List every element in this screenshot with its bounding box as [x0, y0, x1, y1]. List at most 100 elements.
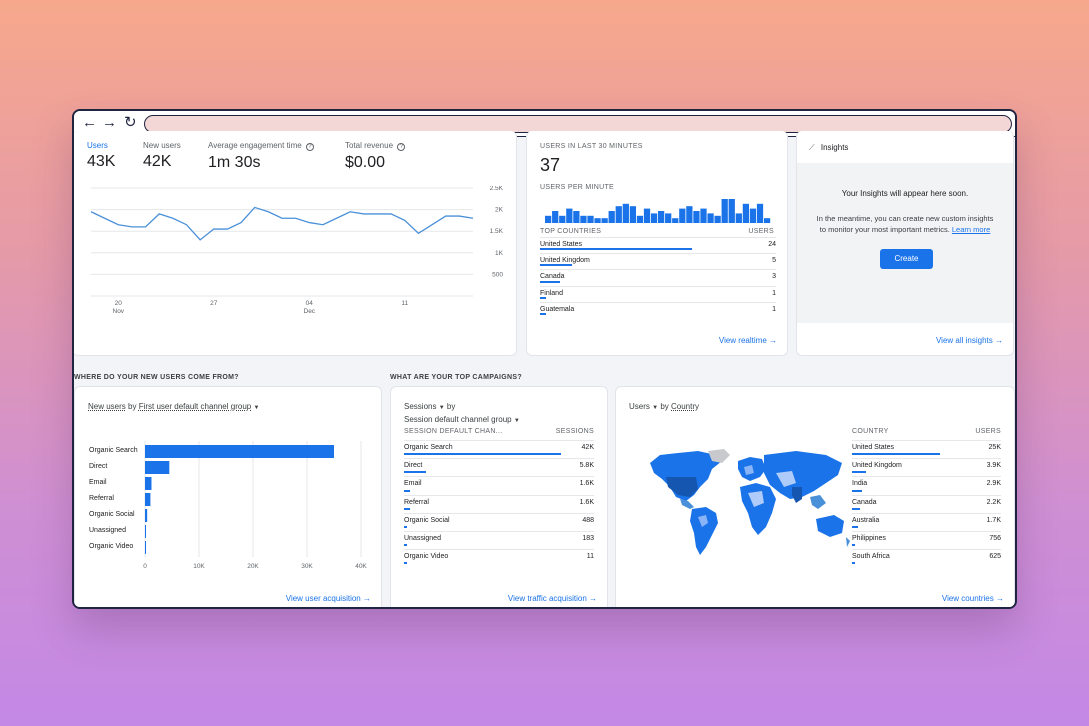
per-minute-bar	[573, 211, 580, 223]
row-divider	[852, 494, 1001, 496]
table-row[interactable]: Organic Social 488	[404, 512, 594, 531]
table-row[interactable]: Direct 5.8K	[404, 458, 594, 476]
table-row[interactable]: Organic Search 42K	[404, 440, 594, 458]
metric-users[interactable]: Users 43K	[87, 141, 115, 171]
forward-arrow-icon[interactable]: →	[102, 114, 117, 132]
top-countries-header: TOP COUNTRIES	[540, 228, 602, 235]
y-tick-label: 1.5K	[490, 228, 504, 235]
table-row[interactable]: Australia 1.7K	[852, 512, 1001, 531]
create-button[interactable]: Create	[880, 249, 933, 269]
row-share-bar	[540, 264, 572, 267]
row-label: Email	[404, 480, 422, 488]
x-tick-label: 10K	[193, 563, 205, 570]
per-minute-bar	[622, 203, 629, 223]
users-line-chart: 500 1K 1.5K 2K 2.5K 20Nov 27 04Dec 11	[90, 186, 504, 315]
row-divider	[852, 512, 1001, 514]
overview-card: Users 43K New users 42K Average engageme…	[74, 131, 517, 356]
metric-label: Total revenue	[345, 141, 394, 150]
row-divider	[404, 476, 594, 478]
back-arrow-icon[interactable]: ←	[82, 114, 97, 132]
series-line	[90, 206, 474, 241]
view-countries-link[interactable]: View countries →	[942, 594, 1004, 603]
table-row[interactable]: India 2.9K	[852, 476, 1001, 494]
row-share-bar	[540, 296, 547, 299]
view-realtime-link[interactable]: View realtime →	[719, 336, 777, 345]
row-value: 2.2K	[986, 498, 1001, 506]
table-row[interactable]: South Africa 625	[852, 549, 1001, 567]
per-minute-bar	[580, 215, 587, 223]
countries-dropdown[interactable]: Users ▼ by Country	[629, 402, 699, 411]
row-value: 5	[772, 257, 776, 265]
row-share-bar	[852, 453, 940, 456]
per-minute-bar	[566, 208, 573, 223]
row-divider	[852, 458, 1001, 460]
row-label: Finland	[540, 289, 563, 297]
bar	[145, 477, 152, 490]
category-label: Referral	[89, 495, 114, 502]
dropdown-caret-icon: ▼	[513, 418, 520, 424]
table-row[interactable]: United States 24	[540, 237, 776, 253]
map-africa	[740, 483, 776, 535]
per-minute-bar	[742, 203, 750, 223]
row-divider	[852, 549, 1001, 551]
metric-value: 1m 30s	[208, 154, 261, 171]
per-minute-bar	[728, 199, 735, 223]
table-row[interactable]: Email 1.6K	[404, 476, 594, 494]
learn-more-link[interactable]: Learn more	[952, 225, 990, 234]
table-row[interactable]: Finland 1	[540, 285, 776, 302]
row-label: United Kingdom	[852, 462, 902, 470]
table-row[interactable]: United Kingdom 3.9K	[852, 458, 1001, 476]
row-label: Canada	[540, 273, 565, 281]
table-row[interactable]: Referral 1.6K	[404, 494, 594, 513]
row-divider	[540, 253, 776, 255]
map-central-america	[680, 499, 694, 509]
table-row[interactable]: Unassigned 183	[404, 531, 594, 549]
help-icon[interactable]: ?	[305, 143, 314, 151]
row-value: 756	[989, 535, 1001, 542]
row-divider	[540, 237, 776, 238]
column-header-country: COUNTRY	[852, 428, 889, 435]
metric-revenue[interactable]: Total revenue ? $0.00	[345, 141, 406, 172]
arrow-right-icon: →	[589, 594, 597, 603]
help-icon[interactable]: ?	[397, 143, 406, 151]
arrow-right-icon: →	[363, 594, 371, 603]
per-minute-label: USERS PER MINUTE	[540, 184, 615, 191]
row-label: Organic Social	[404, 516, 450, 524]
row-label: Direct	[404, 462, 423, 470]
row-share-bar	[852, 507, 860, 510]
y-tick-label: 2.5K	[490, 186, 504, 192]
per-minute-bar	[643, 208, 651, 223]
row-share-bar	[404, 453, 561, 456]
view-traffic-acquisition-link[interactable]: View traffic acquisition →	[508, 594, 597, 603]
row-value: 42K	[581, 444, 594, 451]
metric-label: Users	[87, 141, 108, 150]
table-row[interactable]: Organic Video 11	[404, 549, 594, 567]
per-minute-bar	[679, 208, 686, 223]
x-tick-label: 0	[143, 563, 147, 570]
view-user-acquisition-link[interactable]: View user acquisition →	[286, 594, 371, 603]
row-label: United Kingdom	[540, 257, 590, 265]
table-row[interactable]: Canada 3	[540, 269, 776, 285]
table-row[interactable]: Guatemala 1	[540, 301, 776, 318]
acquisition-dropdown[interactable]: New users by First user default channel …	[88, 402, 259, 411]
row-divider	[540, 269, 776, 271]
metric-value: 43K	[87, 153, 116, 170]
table-row[interactable]: Canada 2.2K	[852, 494, 1001, 513]
per-minute-bar	[763, 218, 771, 223]
metric-engagement[interactable]: Average engagement time ? 1m 30s	[208, 141, 314, 172]
row-label: Organic Search	[404, 444, 453, 451]
per-minute-bar	[693, 211, 700, 223]
table-row[interactable]: United States 25K	[852, 440, 1001, 458]
category-label: Organic Social	[89, 511, 135, 518]
metric-label: New users	[143, 141, 181, 150]
metric-new-users[interactable]: New users 42K	[143, 141, 181, 171]
table-row[interactable]: Philippines 756	[852, 531, 1001, 549]
reload-icon[interactable]: ↻	[124, 114, 137, 132]
row-value: 625	[989, 553, 1001, 561]
table-row[interactable]: United Kingdom 5	[540, 253, 776, 269]
campaigns-dropdown[interactable]: Sessions ▼ by Session default channel gr…	[404, 401, 520, 427]
row-label: Unassigned	[404, 535, 441, 542]
category-label: Organic Search	[89, 447, 138, 454]
view-all-insights-link[interactable]: View all insights →	[936, 336, 1003, 345]
row-value: 1	[772, 305, 776, 313]
